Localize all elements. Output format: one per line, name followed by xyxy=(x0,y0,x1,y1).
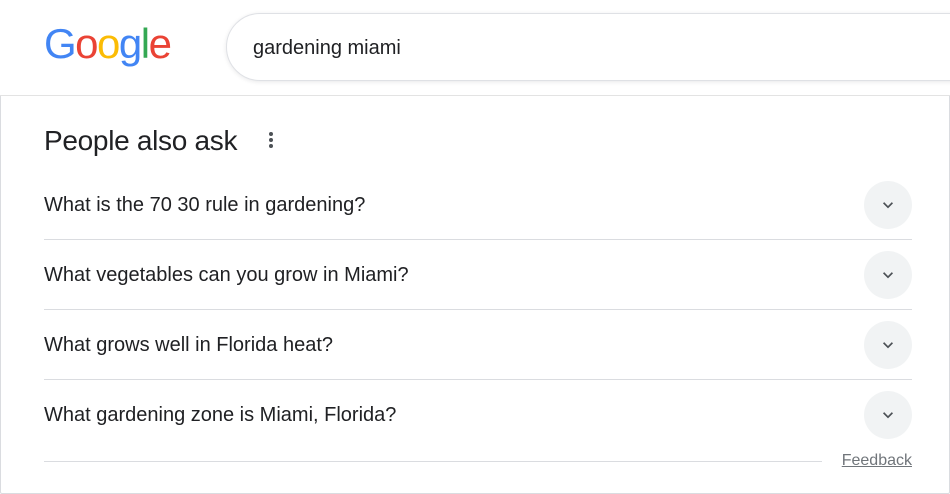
paa-question-text: What vegetables can you grow in Miami? xyxy=(44,264,409,286)
expand-button[interactable] xyxy=(864,251,912,299)
paa-question-text: What gardening zone is Miami, Florida? xyxy=(44,404,397,426)
logo-letter: G xyxy=(44,20,77,67)
feedback-divider xyxy=(44,461,822,462)
paa-question-item[interactable]: What gardening zone is Miami, Florida? xyxy=(44,380,912,450)
logo-letter: o xyxy=(75,20,98,67)
paa-question-text: What is the 70 30 rule in gardening? xyxy=(44,194,366,216)
search-header: Google xyxy=(0,0,950,96)
paa-question-list: What is the 70 30 rule in gardening? Wha… xyxy=(44,170,912,450)
chevron-down-icon xyxy=(883,272,893,279)
expand-button[interactable] xyxy=(864,391,912,439)
logo-letter: l xyxy=(140,20,150,67)
expand-button[interactable] xyxy=(864,321,912,369)
logo-letter: e xyxy=(148,20,172,67)
paa-question-item[interactable]: What is the 70 30 rule in gardening? xyxy=(44,170,912,240)
chevron-down-icon xyxy=(883,202,893,209)
more-vert-icon[interactable] xyxy=(264,130,278,152)
search-bar xyxy=(226,13,950,81)
chevron-down-icon xyxy=(883,412,893,419)
chevron-down-icon xyxy=(883,342,893,349)
expand-button[interactable] xyxy=(864,181,912,229)
search-input[interactable] xyxy=(253,34,853,62)
feedback-link[interactable]: Feedback xyxy=(842,451,912,471)
paa-question-text: What grows well in Florida heat? xyxy=(44,334,334,356)
logo-letter: g xyxy=(118,20,142,67)
google-logo[interactable]: Google xyxy=(44,18,172,70)
logo-letter: o xyxy=(97,20,120,67)
paa-question-item[interactable]: What vegetables can you grow in Miami? xyxy=(44,240,912,310)
paa-heading: People also ask xyxy=(44,125,238,156)
paa-question-item[interactable]: What grows well in Florida heat? xyxy=(44,310,912,380)
